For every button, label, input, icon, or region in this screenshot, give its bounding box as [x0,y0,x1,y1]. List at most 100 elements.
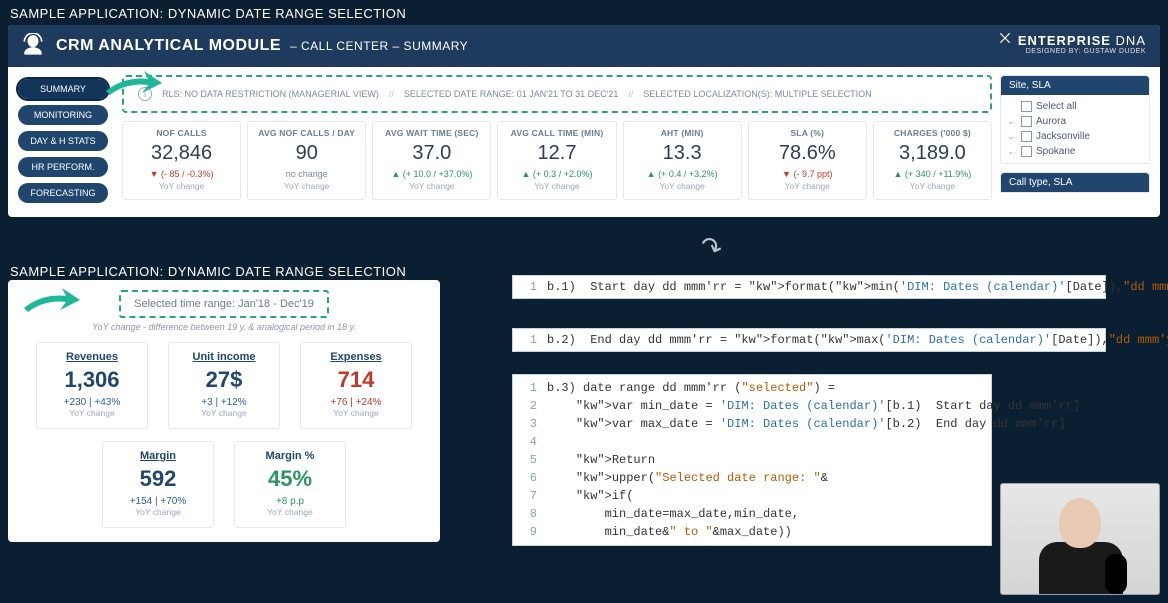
tab-forecasting[interactable]: FORECASTING [18,183,108,203]
code-panel-b1: 1b.1) Start day dd mmm'rr = "kw">format(… [512,275,1106,299]
kpi-delta: no change [252,169,361,179]
crm-header: CRM ANALYTICAL MODULE – CALL CENTER – SU… [8,25,1160,67]
kpi-delta: ▲ (+ 0.3 / +2.0%) [502,169,611,179]
webcam-thumbnail [1000,483,1160,595]
filter-sep-1: // [389,89,394,99]
tab-monitoring[interactable]: MONITORING [18,105,108,125]
kpi-card[interactable]: SLA (%)78.6%▼ (- 9.7 ppt)YoY change [748,121,867,200]
site-row[interactable]: ⌄ Jacksonville [1007,129,1143,144]
filter-sep-2: // [628,89,633,99]
bl-kpi-card[interactable]: Unit income27$+3 | +12%YoY change [168,342,280,429]
kpi-yoy-label: YoY change [377,181,486,191]
bl-kpi-yoy: YoY change [241,507,339,517]
bl-kpi-card[interactable]: Margin %45%+8 p.pYoY change [234,441,346,528]
checkbox-icon[interactable] [1021,116,1032,127]
filter-localization: SELECTED LOCALIZATION(S): MULTIPLE SELEC… [643,89,871,99]
filter-date-range: SELECTED DATE RANGE: 01 JAN'21 TO 31 DEC… [404,89,619,99]
site-row[interactable]: ⌄ Spokane [1007,144,1143,159]
kpi-value: 32,846 [127,142,236,165]
chevron-down-icon[interactable]: ⌄ [1007,146,1017,157]
kpi-card[interactable]: NOF CALLS 32,846 ▼ (- 85 / -0.3%) YoY chang… [122,121,241,200]
kpi-delta: ▼ (- 85 / -0.3%) [127,169,236,179]
yoy-caption: YoY change - difference between 19 y. & … [22,322,426,332]
select-all-label: Select all [1036,101,1077,112]
chevron-down-icon[interactable]: ⌄ [1007,116,1017,127]
selected-range-value: Jan'18 - Dec'19 [238,298,314,310]
kpi-yoy-label: YoY change [878,181,987,191]
filter-rls: RLS: NO DATA RESTRICTION (MANAGERIAL VIE… [162,89,379,99]
kpi-title: CHARGES ('000 $) [878,128,987,138]
brand-light: DNA [1116,33,1146,48]
agent-icon [20,33,46,59]
bl-row-2: Margin592+154 | +70%YoY changeMargin %45… [22,441,426,528]
kpi-value: 13.3 [628,142,737,165]
kpi-value: 3,189.0 [878,142,987,165]
kpi-row: NOF CALLS 32,846 ▼ (- 85 / -0.3%) YoY chang… [122,121,992,200]
bl-kpi-title: Expenses [307,351,405,363]
code-panel-b3: 1b.3) date range dd mmm'rr ("selected") … [512,374,992,546]
kpi-yoy-label: YoY change [127,181,236,191]
kpi-title: AHT (MIN) [628,128,737,138]
kpi-delta: ▲ (+ 340 / +11.9%) [878,169,987,179]
tab-day-h-stats[interactable]: DAY & H STATS [18,131,108,151]
kpi-delta: ▲ (+ 0.4 / +3.2%) [628,169,737,179]
site-label: Aurora [1036,116,1066,127]
brand-block: ENTERPRISE DNA DESIGNED BY: GUSTAW DUDEK [998,31,1146,55]
crm-title: CRM ANALYTICAL MODULE – CALL CENTER – SU… [56,37,468,55]
kpi-card[interactable]: AVG WAIT TIME (SEC) 37.0 ▲ (+ 10.0 / +37.0… [372,121,491,200]
bl-kpi-value: 45% [241,466,339,492]
dna-icon [998,31,1012,48]
site-label: Spokane [1036,146,1075,157]
kpi-value: 12.7 [502,142,611,165]
site-label: Jacksonville [1036,131,1090,142]
bl-kpi-yoy: YoY change [175,408,273,418]
kpi-yoy-label: YoY change [502,181,611,191]
bl-kpi-card[interactable]: Margin 592 +154 | +70%YoY change [102,441,214,528]
select-all-row[interactable]: Select all [1007,99,1143,114]
bl-kpi-delta: +154 | +70% [109,496,207,507]
kpi-yoy-label: YoY change [252,181,361,191]
kpi-title: NOF CALLS [127,128,236,138]
pointer-arrow-icon [22,280,82,320]
bl-kpi-card[interactable]: Expenses 714 +76 | +24%YoY change [300,342,412,429]
bl-kpi-delta: +76 | +24% [307,397,405,408]
bl-kpi-value: 27$ [175,367,273,393]
checkbox-icon[interactable] [1021,101,1032,112]
bl-kpi-delta: +230 | +43% [43,397,141,408]
bl-kpi-title: Revenues [43,351,141,363]
bl-kpi-title: Margin [109,450,207,462]
side-tabs: SUMMARY MONITORING DAY & H STATS HR PERF… [8,75,114,207]
kpi-title: AVG CALL TIME (MIN) [502,128,611,138]
filter-calltype-sla: Call type, SLA [1000,172,1150,193]
tab-summary[interactable]: SUMMARY [18,79,108,99]
bl-kpi-value: 714 [307,367,405,393]
kpi-delta: ▲ (+ 10.0 / +37.0%) [377,169,486,179]
bl-kpi-delta: +3 | +12% [175,397,273,408]
kpi-card[interactable]: AVG CALL TIME (MIN) 12.7 ▲ (+ 0.3 / +2.0%)… [497,121,616,200]
tab-hr-perform[interactable]: HR PERFORM. [18,157,108,177]
bl-kpi-yoy: YoY change [109,507,207,517]
kpi-card[interactable]: AVG NOF CALLS / DAY90no changeYoY change [247,121,366,200]
bl-kpi-card[interactable]: Revenues1,306+230 | +43%YoY change [36,342,148,429]
kpi-value: 37.0 [377,142,486,165]
crm-panel: CRM ANALYTICAL MODULE – CALL CENTER – SU… [8,25,1160,217]
bl-kpi-delta: +8 p.p [241,496,339,507]
bottom-left-panel: Selected time range: Jan'18 - Dec'19 YoY… [8,280,440,542]
kpi-title: AVG NOF CALLS / DAY [252,128,361,138]
selected-range-label: Selected time range: [134,298,235,310]
checkbox-icon[interactable] [1021,131,1032,142]
kpi-card[interactable]: AHT (MIN) 13.3 ▲ (+ 0.4 / +3.2%) YoY change [623,121,742,200]
checkbox-icon[interactable] [1021,146,1032,157]
kpi-card[interactable]: CHARGES ('000 $) 3,189.0 ▲ (+ 340 / +11.9%… [873,121,992,200]
kpi-yoy-label: YoY change [753,181,862,191]
kpi-title: AVG WAIT TIME (SEC) [377,128,486,138]
bl-kpi-value: 592 [109,466,207,492]
site-row[interactable]: ⌄ Aurora [1007,114,1143,129]
bl-row-1: Revenues1,306+230 | +43%YoY changeUnit i… [22,342,426,429]
kpi-value: 78.6% [753,142,862,165]
chevron-down-icon[interactable]: ⌄ [1007,131,1017,142]
kpi-yoy-label: YoY change [628,181,737,191]
filter-calltype-head: Call type, SLA [1001,173,1149,192]
bl-kpi-yoy: YoY change [307,408,405,418]
brand-designer: DESIGNED BY: GUSTAW DUDEK [998,48,1146,55]
